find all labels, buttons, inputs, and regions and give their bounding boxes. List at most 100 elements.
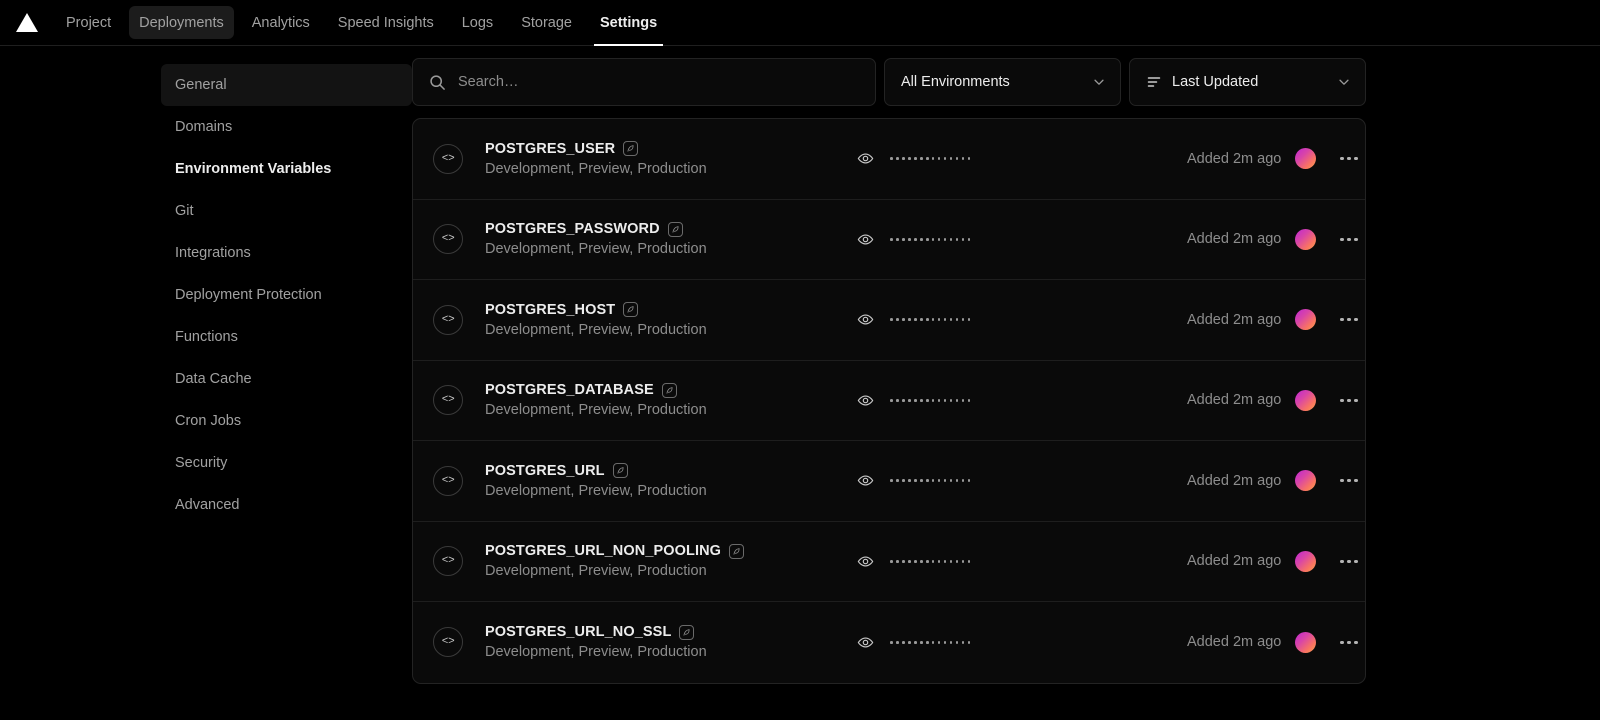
masked-value xyxy=(890,157,971,161)
environment-variables-panel: Search… All Environments Last Updated < … xyxy=(412,46,1600,720)
list-toolbar: Search… All Environments Last Updated xyxy=(412,58,1366,106)
code-brackets-icon: < > xyxy=(433,627,463,658)
variable-info: POSTGRES_PASSWORD Development, Preview, … xyxy=(485,221,857,257)
code-brackets-icon: < > xyxy=(433,465,463,496)
variable-value-cell xyxy=(857,311,1187,328)
variable-name: POSTGRES_URL_NON_POOLING xyxy=(485,543,722,560)
avatar[interactable] xyxy=(1295,309,1317,331)
avatar[interactable] xyxy=(1295,228,1317,250)
postgres-provider-icon xyxy=(623,141,639,157)
eye-icon[interactable] xyxy=(857,311,874,328)
nav-item-project[interactable]: Project xyxy=(52,0,125,45)
masked-value xyxy=(890,640,971,644)
table-row-postgres-user[interactable]: < > POSTGRES_USER Development, Preview, … xyxy=(413,119,1365,200)
variable-name: POSTGRES_PASSWORD xyxy=(485,221,660,238)
eye-icon[interactable] xyxy=(857,634,874,651)
nav-item-analytics[interactable]: Analytics xyxy=(238,0,324,45)
sidebar-item-data-cache[interactable]: Data Cache xyxy=(161,358,412,400)
sidebar-item-git[interactable]: Git xyxy=(161,190,412,232)
table-row-postgres-database[interactable]: < > POSTGRES_DATABASE Development, Previ… xyxy=(413,361,1365,441)
kebab-menu-icon[interactable] xyxy=(1340,479,1358,483)
postgres-provider-icon xyxy=(667,221,683,237)
sidebar-item-cron-jobs[interactable]: Cron Jobs xyxy=(161,400,412,442)
eye-icon[interactable] xyxy=(857,472,874,489)
top-navigation-bar: Project Deployments Analytics Speed Insi… xyxy=(0,0,1600,46)
chevron-down-icon xyxy=(1323,75,1351,89)
code-brackets-icon: < > xyxy=(433,224,463,255)
kebab-menu-icon[interactable] xyxy=(1340,318,1358,322)
environment-variables-list: < > POSTGRES_USER Development, Preview, … xyxy=(412,118,1366,684)
page-body: General Domains Environment Variables Gi… xyxy=(0,46,1600,720)
nav-item-settings[interactable]: Settings xyxy=(586,0,671,46)
variable-info: POSTGRES_DATABASE Development, Preview, … xyxy=(485,382,857,418)
nav-item-storage[interactable]: Storage xyxy=(507,0,586,45)
variable-value-cell xyxy=(857,634,1187,651)
added-timestamp: Added 2m ago xyxy=(1187,634,1282,651)
avatar[interactable] xyxy=(1295,550,1317,572)
variable-info: POSTGRES_URL Development, Preview, Produ… xyxy=(485,463,857,499)
search-icon xyxy=(429,74,446,91)
code-brackets-icon: < > xyxy=(433,546,463,577)
code-brackets-icon: < > xyxy=(433,385,463,416)
code-brackets-icon: < > xyxy=(433,143,463,174)
kebab-menu-icon[interactable] xyxy=(1340,640,1358,644)
variable-name: POSTGRES_HOST xyxy=(485,301,616,318)
variable-environments: Development, Preview, Production xyxy=(485,563,707,580)
added-timestamp: Added 2m ago xyxy=(1187,311,1282,328)
kebab-menu-icon[interactable] xyxy=(1340,559,1358,563)
sidebar-item-functions[interactable]: Functions xyxy=(161,316,412,358)
variable-environments: Development, Preview, Production xyxy=(485,321,707,338)
eye-icon[interactable] xyxy=(857,150,874,167)
avatar[interactable] xyxy=(1295,631,1317,653)
avatar[interactable] xyxy=(1295,148,1317,170)
nav-item-deployments[interactable]: Deployments xyxy=(125,0,238,45)
nav-item-speed-insights[interactable]: Speed Insights xyxy=(324,0,448,45)
sidebar-item-security[interactable]: Security xyxy=(161,442,412,484)
variable-environments: Development, Preview, Production xyxy=(485,241,707,258)
avatar[interactable] xyxy=(1295,389,1317,411)
table-row-postgres-password[interactable]: < > POSTGRES_PASSWORD Development, Previ… xyxy=(413,200,1365,280)
eye-icon[interactable] xyxy=(857,231,874,248)
sidebar-item-integrations[interactable]: Integrations xyxy=(161,232,412,274)
variable-info: POSTGRES_HOST Development, Preview, Prod… xyxy=(485,302,857,338)
postgres-provider-icon xyxy=(679,624,695,640)
kebab-menu-icon[interactable] xyxy=(1340,398,1358,402)
added-timestamp: Added 2m ago xyxy=(1187,472,1282,489)
added-timestamp: Added 2m ago xyxy=(1187,553,1282,570)
code-brackets-icon: < > xyxy=(433,304,463,335)
sidebar-item-advanced[interactable]: Advanced xyxy=(161,484,412,526)
variable-name: POSTGRES_URL xyxy=(485,462,605,479)
sidebar-item-general[interactable]: General xyxy=(161,64,412,106)
settings-sidebar: General Domains Environment Variables Gi… xyxy=(0,46,412,720)
variable-environments: Development, Preview, Production xyxy=(485,402,707,419)
variable-value-cell xyxy=(857,392,1187,409)
variable-name: POSTGRES_DATABASE xyxy=(485,382,654,399)
eye-icon[interactable] xyxy=(857,392,874,409)
eye-icon[interactable] xyxy=(857,553,874,570)
vercel-triangle-logo[interactable] xyxy=(14,10,40,36)
kebab-menu-icon[interactable] xyxy=(1340,237,1358,241)
nav-item-logs[interactable]: Logs xyxy=(448,0,507,45)
variable-name: POSTGRES_USER xyxy=(485,140,616,157)
added-timestamp: Added 2m ago xyxy=(1187,231,1282,248)
search-placeholder: Search… xyxy=(458,74,519,90)
search-input[interactable]: Search… xyxy=(412,58,876,106)
table-row-postgres-url-non-pooling[interactable]: < > POSTGRES_URL_NON_POOLING Development… xyxy=(413,522,1365,602)
sort-lines-icon xyxy=(1146,74,1162,90)
primary-nav: Project Deployments Analytics Speed Insi… xyxy=(52,0,671,46)
variable-value-cell xyxy=(857,472,1187,489)
masked-value xyxy=(890,398,971,402)
sidebar-item-environment-variables[interactable]: Environment Variables xyxy=(161,148,412,190)
table-row-postgres-host[interactable]: < > POSTGRES_HOST Development, Preview, … xyxy=(413,280,1365,361)
avatar[interactable] xyxy=(1295,470,1317,492)
sidebar-item-domains[interactable]: Domains xyxy=(161,106,412,148)
postgres-provider-icon xyxy=(623,302,639,318)
environment-filter-dropdown[interactable]: All Environments xyxy=(884,58,1121,106)
table-row-postgres-url[interactable]: < > POSTGRES_URL Development, Preview, P… xyxy=(413,441,1365,522)
sidebar-item-deployment-protection[interactable]: Deployment Protection xyxy=(161,274,412,316)
postgres-provider-icon xyxy=(729,543,745,559)
sort-dropdown[interactable]: Last Updated xyxy=(1129,58,1366,106)
table-row-postgres-url-no-ssl[interactable]: < > POSTGRES_URL_NO_SSL Development, Pre… xyxy=(413,602,1365,683)
postgres-provider-icon xyxy=(661,382,677,398)
kebab-menu-icon[interactable] xyxy=(1340,157,1358,161)
